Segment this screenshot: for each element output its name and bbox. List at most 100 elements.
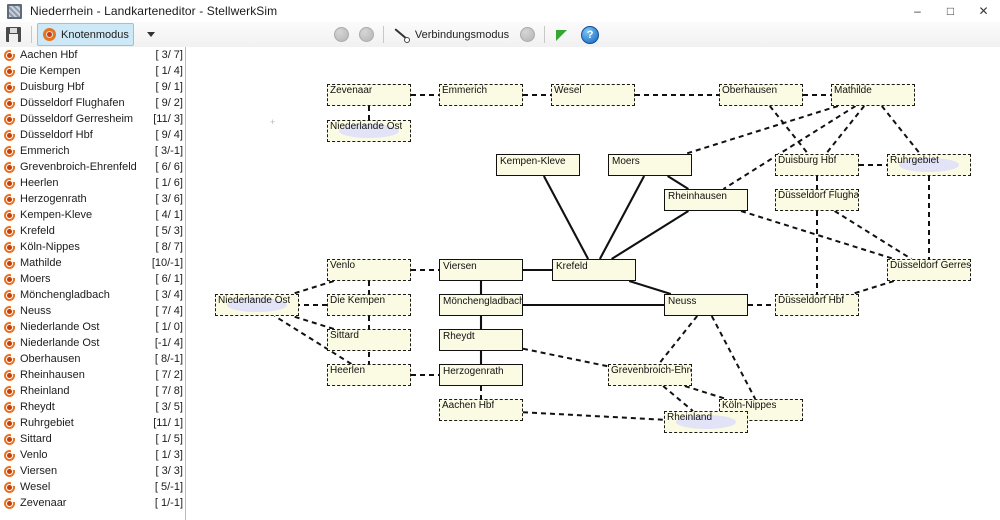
map-edge[interactable] xyxy=(659,316,697,364)
map-edge[interactable] xyxy=(712,316,755,399)
map-node-emmerich[interactable]: Emmerich xyxy=(439,84,523,106)
map-node-viersen[interactable]: Viersen xyxy=(439,259,523,281)
map-node-duisburg-hbf[interactable]: Duisburg Hbf xyxy=(775,154,859,176)
save-button[interactable] xyxy=(1,23,26,46)
list-item[interactable]: Rheydt[ 3/ 5] xyxy=(0,399,185,415)
map-edge[interactable] xyxy=(629,281,671,294)
verbindungsmodus-button[interactable]: Verbindungsmodus xyxy=(389,23,514,46)
toolbar-separator-1 xyxy=(31,26,32,43)
map-edge[interactable] xyxy=(852,281,894,294)
map-edge[interactable] xyxy=(544,176,588,259)
list-item[interactable]: Neuss[ 7/ 4] xyxy=(0,303,185,319)
list-item-coordinates: [ 1/ 6] xyxy=(155,177,183,189)
map-node-zevenaar[interactable]: Zevenaar xyxy=(327,84,411,106)
map-edge[interactable] xyxy=(292,281,334,294)
node-label: Oberhausen xyxy=(722,85,777,97)
list-item-coordinates: [ 7/ 2] xyxy=(155,369,183,381)
node-icon xyxy=(4,226,15,237)
list-item-label: Rheydt xyxy=(20,401,155,413)
maximize-button[interactable]: □ xyxy=(934,0,967,22)
map-node-mathilde[interactable]: Mathilde xyxy=(831,84,915,106)
map-node-duesseldorf-gerresheim[interactable]: Düsseldorf Gerresheim xyxy=(887,259,971,281)
list-item[interactable]: Krefeld[ 5/ 3] xyxy=(0,223,185,239)
list-item[interactable]: Köln-Nippes[ 8/ 7] xyxy=(0,239,185,255)
list-item[interactable]: Düsseldorf Gerresheim[11/ 3] xyxy=(0,111,185,127)
map-node-neuss[interactable]: Neuss xyxy=(664,294,748,316)
map-node-krefeld[interactable]: Krefeld xyxy=(552,259,636,281)
map-edge[interactable] xyxy=(292,316,334,329)
list-item[interactable]: Herzogenrath[ 3/ 6] xyxy=(0,191,185,207)
list-item[interactable]: Niederlande Ost[ 1/ 0] xyxy=(0,319,185,335)
list-item[interactable]: Duisburg Hbf[ 9/ 1] xyxy=(0,79,185,95)
map-node-sittard[interactable]: Sittard xyxy=(327,329,411,351)
list-item[interactable]: Rheinhausen[ 7/ 2] xyxy=(0,367,185,383)
list-item[interactable]: Ruhrgebiet[11/ 1] xyxy=(0,415,185,431)
map-edge[interactable] xyxy=(668,176,689,189)
map-node-oberhausen[interactable]: Oberhausen xyxy=(719,84,803,106)
toolbar-circle-button-2[interactable] xyxy=(359,27,374,42)
map-node-duesseldorf-hbf[interactable]: Düsseldorf Hbf xyxy=(775,294,859,316)
map-node-herzogenrath[interactable]: Herzogenrath xyxy=(439,364,523,386)
list-item[interactable]: Aachen Hbf[ 3/ 7] xyxy=(0,47,185,63)
map-edge[interactable] xyxy=(663,386,693,411)
map-edge[interactable] xyxy=(770,106,808,154)
map-node-niederlande-ost-west[interactable]: Niederlande Ost xyxy=(215,294,299,316)
map-node-wesel[interactable]: Wesel xyxy=(551,84,635,106)
list-item[interactable]: Düsseldorf Hbf[ 9/ 4] xyxy=(0,127,185,143)
minimize-button[interactable]: – xyxy=(901,0,934,22)
node-label: Sittard xyxy=(330,330,359,342)
map-edge[interactable] xyxy=(600,176,644,259)
toolbar-circle-button-1[interactable] xyxy=(334,27,349,42)
list-item[interactable]: Moers[ 6/ 1] xyxy=(0,271,185,287)
map-node-duesseldorf-flughafen[interactable]: Düsseldorf Flughafen xyxy=(775,189,859,211)
list-item[interactable]: Venlo[ 1/ 3] xyxy=(0,447,185,463)
list-item[interactable]: Viersen[ 3/ 3] xyxy=(0,463,185,479)
map-node-rheydt[interactable]: Rheydt xyxy=(439,329,523,351)
map-edge[interactable] xyxy=(612,211,689,259)
map-node-grevenbroich-ehrenfeld[interactable]: Grevenbroich-Ehrenfeld xyxy=(608,364,692,386)
map-edge[interactable] xyxy=(523,412,664,420)
map-node-venlo[interactable]: Venlo xyxy=(327,259,411,281)
list-item[interactable]: Oberhausen[ 8/-1] xyxy=(0,351,185,367)
close-button[interactable]: ✕ xyxy=(967,0,1000,22)
help-button[interactable]: ? xyxy=(576,23,604,46)
map-edge[interactable] xyxy=(685,106,838,154)
list-item-label: Herzogenrath xyxy=(20,193,155,205)
list-item[interactable]: Emmerich[ 3/-1] xyxy=(0,143,185,159)
list-item-label: Venlo xyxy=(20,449,155,461)
map-node-moenchengladbach[interactable]: Mönchengladbach xyxy=(439,294,523,316)
map-node-niederlande-ost-nord[interactable]: Niederlande Ost xyxy=(327,120,411,142)
list-item[interactable]: Wesel[ 5/-1] xyxy=(0,479,185,495)
map-node-rheinland[interactable]: Rheinland xyxy=(664,411,748,433)
map-edge[interactable] xyxy=(882,106,920,154)
node-list-sidebar[interactable]: Aachen Hbf[ 3/ 7]Die Kempen[ 1/ 4]Duisbu… xyxy=(0,47,186,520)
node-icon xyxy=(4,322,15,333)
toolbar-circle-button-3[interactable] xyxy=(520,27,535,42)
list-item[interactable]: Kempen-Kleve[ 4/ 1] xyxy=(0,207,185,223)
list-item[interactable]: Zevenaar[ 1/-1] xyxy=(0,495,185,511)
knotenmodus-button[interactable]: Knotenmodus xyxy=(37,23,134,46)
knotenmodus-dropdown[interactable] xyxy=(136,23,160,46)
map-node-aachen-hbf[interactable]: Aachen Hbf xyxy=(439,399,523,421)
flag-button[interactable] xyxy=(550,23,574,46)
map-node-heerlen[interactable]: Heerlen xyxy=(327,364,411,386)
map-node-die-kempen[interactable]: Die Kempen xyxy=(327,294,411,316)
list-item[interactable]: Niederlande Ost[-1/ 4] xyxy=(0,335,185,351)
list-item[interactable]: Rheinland[ 7/ 8] xyxy=(0,383,185,399)
list-item[interactable]: Grevenbroich-Ehrenfeld[ 6/ 6] xyxy=(0,159,185,175)
list-item[interactable]: Düsseldorf Flughafen[ 9/ 2] xyxy=(0,95,185,111)
map-node-ruhrgebiet[interactable]: Ruhrgebiet xyxy=(887,154,971,176)
map-edge[interactable] xyxy=(723,106,855,189)
list-item[interactable]: Mathilde[10/-1] xyxy=(0,255,185,271)
map-node-kempen-kleve[interactable]: Kempen-Kleve xyxy=(496,154,580,176)
node-label: Düsseldorf Hbf xyxy=(778,295,844,307)
list-item[interactable]: Mönchengladbach[ 3/ 4] xyxy=(0,287,185,303)
list-item[interactable]: Sittard[ 1/ 5] xyxy=(0,431,185,447)
map-canvas[interactable]: + ZevenaarEmmerichWeselOberhausenMathild… xyxy=(186,47,1000,520)
list-item[interactable]: Heerlen[ 1/ 6] xyxy=(0,175,185,191)
list-item[interactable]: Die Kempen[ 1/ 4] xyxy=(0,63,185,79)
map-edge[interactable] xyxy=(685,386,726,399)
map-node-rheinhausen[interactable]: Rheinhausen xyxy=(664,189,748,211)
map-edge[interactable] xyxy=(523,349,608,367)
map-node-moers[interactable]: Moers xyxy=(608,154,692,176)
